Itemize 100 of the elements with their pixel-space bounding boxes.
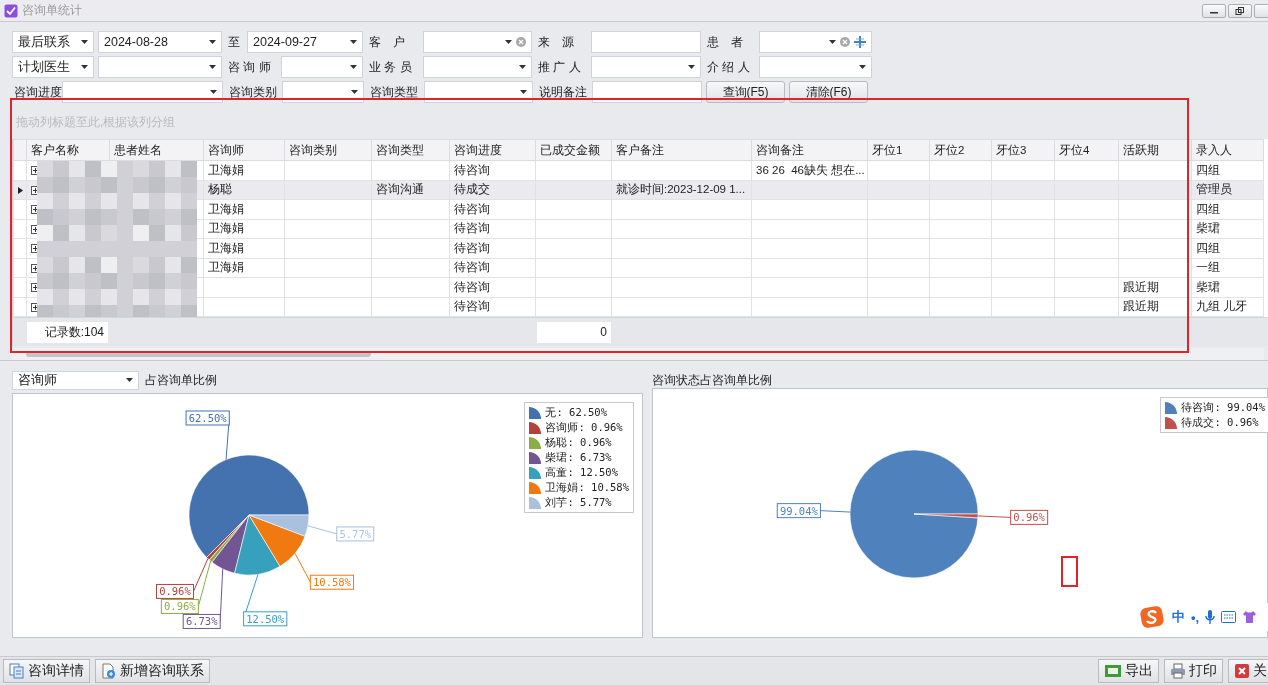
table-cell: 柴珺 xyxy=(1196,280,1220,293)
input-field[interactable] xyxy=(591,31,701,53)
shirt-icon[interactable] xyxy=(1242,610,1258,624)
dropdown-field[interactable] xyxy=(62,81,223,103)
data-label: 0.96% xyxy=(1010,509,1049,525)
legend-swatch-icon xyxy=(1165,416,1179,429)
dropdown-field[interactable] xyxy=(759,31,872,53)
toolbar-button[interactable]: 咨询详情 xyxy=(3,659,90,683)
restore-icon xyxy=(1235,6,1245,15)
dropdown-field[interactable] xyxy=(281,56,363,78)
column-header[interactable]: 已成交金额 xyxy=(535,139,612,161)
close-icon xyxy=(1234,663,1250,679)
table-cell: 卫海娟 xyxy=(208,163,244,176)
legend-swatch-icon xyxy=(1165,401,1179,414)
column-header[interactable]: 咨询类型 xyxy=(371,139,450,161)
document-icon xyxy=(9,663,25,679)
toolbar-button[interactable]: 导出 xyxy=(1098,659,1159,683)
column-header[interactable]: 牙位2 xyxy=(929,139,992,161)
microphone-icon[interactable] xyxy=(1205,609,1216,625)
table-cell: 卫海娟 xyxy=(208,202,244,215)
table-cell: 待咨询 xyxy=(454,280,490,293)
legend-label: 高童: 12.50% xyxy=(545,465,618,480)
table-cell: 四组 xyxy=(1196,202,1220,215)
toolbar-button[interactable]: 新增咨询联系 xyxy=(95,659,210,683)
column-header[interactable]: 牙位4 xyxy=(1054,139,1119,161)
dropdown-field[interactable]: 最后联系 xyxy=(12,31,94,53)
column-header[interactable]: 患者姓名 xyxy=(109,139,204,161)
minimize-button[interactable] xyxy=(1202,3,1226,18)
data-label: 99.04% xyxy=(776,503,821,519)
caret-icon xyxy=(350,65,357,69)
dropdown-field[interactable] xyxy=(423,56,532,78)
dropdown-field[interactable] xyxy=(424,81,533,103)
table-cell: 一组 xyxy=(1196,261,1220,274)
table-cell: 九组 儿牙 xyxy=(1196,300,1248,313)
table-cell: 咨询沟通 xyxy=(376,183,424,196)
dropdown-field[interactable] xyxy=(98,56,222,78)
printer-icon xyxy=(1170,663,1186,679)
field-label: 业 务 员 xyxy=(368,58,413,76)
dropdown-field[interactable] xyxy=(759,56,872,78)
column-header[interactable]: 咨询类别 xyxy=(284,139,372,161)
document-add-icon xyxy=(101,663,117,679)
leader-line xyxy=(294,552,311,583)
column-header[interactable]: 活跃期 xyxy=(1118,139,1192,161)
dropdown-field[interactable]: 咨询师 xyxy=(12,370,139,390)
date-field[interactable]: 2024-08-28 xyxy=(98,31,222,53)
punctuation-mode[interactable]: •, xyxy=(1191,609,1200,625)
field-label: 推 广 人 xyxy=(537,58,582,76)
data-label: 0.96% xyxy=(160,598,199,614)
column-header[interactable]: 客户备注 xyxy=(611,139,752,161)
column-header[interactable]: 牙位1 xyxy=(867,139,930,161)
checkbox-icon xyxy=(4,3,18,18)
data-label: 5.77% xyxy=(336,526,375,542)
column-header[interactable]: 咨询师 xyxy=(203,139,285,161)
table-cell: 管理员 xyxy=(1196,183,1232,196)
legend-swatch-icon xyxy=(529,481,543,494)
legend-swatch-icon xyxy=(529,421,543,434)
dropdown-field[interactable]: 计划医生 xyxy=(12,56,94,78)
column-header[interactable]: 咨询进度 xyxy=(449,139,536,161)
data-label: 0.96% xyxy=(155,583,194,599)
caret-icon xyxy=(81,65,88,69)
legend-label: 待成交: 0.96% xyxy=(1181,415,1259,430)
caret-icon xyxy=(688,65,695,69)
table-cell: 36 26 46缺失 想在... xyxy=(756,163,865,176)
caret-icon xyxy=(209,65,216,69)
column-header[interactable]: 咨询备注 xyxy=(751,139,868,161)
dropdown-field[interactable] xyxy=(282,81,364,103)
caret-icon xyxy=(210,90,217,94)
keyboard-icon[interactable] xyxy=(1221,611,1237,623)
table-cell: 四组 xyxy=(1196,163,1220,176)
data-label: 12.50% xyxy=(243,611,288,627)
toolbar-button[interactable]: 关 xyxy=(1228,659,1268,683)
data-label: 6.73% xyxy=(182,613,221,629)
caret-icon xyxy=(519,65,526,69)
field-label: 咨询类别 xyxy=(228,83,278,101)
plus-icon[interactable] xyxy=(854,36,866,48)
input-mode[interactable]: 中 xyxy=(1172,608,1185,626)
column-header[interactable]: 客户名称 xyxy=(26,139,110,161)
input-field[interactable] xyxy=(592,81,702,103)
action-button[interactable]: 查询(F5) xyxy=(706,81,785,103)
table-cell: 杨聪 xyxy=(208,183,232,196)
field-label: 客 户 xyxy=(368,33,406,51)
field-label: 患 者 xyxy=(706,33,744,51)
caret-icon xyxy=(81,40,88,44)
legend-label: 杨聪: 0.96% xyxy=(545,435,612,450)
legend-label: 刘芋: 5.77% xyxy=(545,495,612,510)
column-header[interactable]: 牙位3 xyxy=(991,139,1055,161)
dropdown-field[interactable] xyxy=(423,31,532,53)
action-button[interactable]: 清除(F6) xyxy=(789,81,868,103)
caret-icon xyxy=(126,378,133,382)
column-header[interactable]: 录入人 xyxy=(1191,139,1264,161)
dropdown-field[interactable] xyxy=(591,56,701,78)
leader-line xyxy=(192,558,209,592)
toolbar-button[interactable]: 打印 xyxy=(1164,659,1223,683)
leader-line xyxy=(819,510,851,513)
legend-swatch-icon xyxy=(529,451,543,464)
table-cell: 待咨询 xyxy=(454,202,490,215)
date-field[interactable]: 2024-09-27 xyxy=(247,31,363,53)
restore-button[interactable] xyxy=(1228,3,1252,18)
table-cell: 待成交 xyxy=(454,183,490,196)
table-cell: 卫海娟 xyxy=(208,261,244,274)
